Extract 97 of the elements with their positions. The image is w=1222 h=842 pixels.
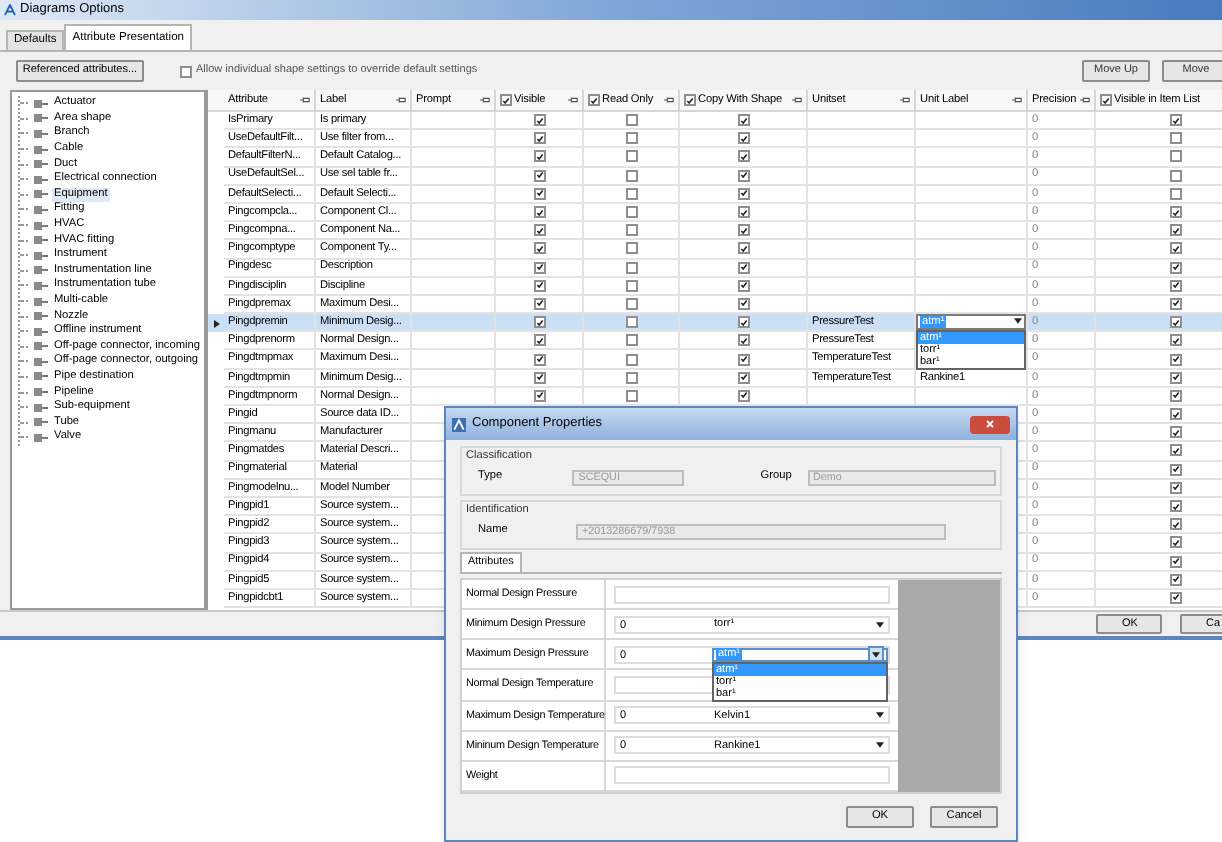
pin-icon[interactable] (300, 96, 310, 104)
pin-icon[interactable] (1012, 96, 1022, 104)
checkbox[interactable] (1169, 242, 1181, 255)
pin-icon[interactable] (1080, 96, 1090, 104)
checkbox[interactable] (625, 279, 637, 292)
pin-icon[interactable] (480, 96, 490, 104)
checkbox[interactable] (625, 261, 637, 274)
checkbox[interactable] (625, 150, 637, 163)
pin-icon[interactable] (664, 96, 674, 104)
checkbox[interactable] (1169, 187, 1181, 200)
checkbox[interactable] (533, 114, 545, 127)
app-icon (452, 417, 466, 431)
pin-icon[interactable] (396, 96, 406, 104)
checkbox[interactable] (737, 279, 749, 292)
caret-icon[interactable] (1012, 314, 1024, 327)
checkbox[interactable] (533, 169, 545, 182)
checkbox[interactable] (1169, 169, 1181, 182)
pin-icon[interactable] (900, 96, 910, 104)
checkbox[interactable] (1169, 297, 1181, 310)
checkbox[interactable] (1169, 573, 1181, 586)
checkbox[interactable] (533, 334, 545, 347)
checkbox[interactable] (737, 353, 749, 366)
checkbox[interactable] (1169, 261, 1181, 274)
checkbox[interactable] (1169, 150, 1181, 163)
checkbox[interactable] (500, 94, 512, 106)
checkbox[interactable] (533, 242, 545, 255)
checkbox[interactable] (1169, 500, 1181, 513)
checkbox[interactable] (737, 224, 749, 237)
checkbox[interactable] (533, 132, 545, 145)
checkbox[interactable] (737, 150, 749, 163)
checkbox[interactable] (533, 389, 545, 402)
checkbox[interactable] (1169, 114, 1181, 127)
checkbox[interactable] (1169, 555, 1181, 568)
checkbox[interactable] (737, 206, 749, 219)
checkbox[interactable] (1169, 426, 1181, 439)
checkbox[interactable] (533, 316, 545, 329)
checkbox[interactable] (625, 169, 637, 182)
pin-icon[interactable] (568, 96, 578, 104)
checkbox[interactable] (1169, 591, 1181, 604)
checkbox[interactable] (737, 169, 749, 182)
close-icon (986, 420, 994, 428)
checkbox[interactable] (737, 187, 749, 200)
app-icon (4, 4, 16, 16)
checkbox[interactable] (1169, 371, 1181, 384)
checkbox[interactable] (1169, 206, 1181, 219)
checkbox[interactable] (1169, 536, 1181, 549)
checkbox[interactable] (1169, 224, 1181, 237)
checkbox[interactable] (533, 187, 545, 200)
checkbox[interactable] (533, 297, 545, 310)
checkbox[interactable] (737, 389, 749, 402)
checkbox[interactable] (533, 224, 545, 237)
checkbox[interactable] (625, 334, 637, 347)
checkbox[interactable] (588, 94, 600, 106)
checkbox[interactable] (533, 279, 545, 292)
checkbox[interactable] (625, 353, 637, 366)
checkbox[interactable] (737, 132, 749, 145)
checkbox[interactable] (737, 316, 749, 329)
checkbox[interactable] (625, 206, 637, 219)
row-pointer-icon (213, 319, 219, 328)
checkbox[interactable] (625, 132, 637, 145)
checkbox[interactable] (1100, 94, 1112, 106)
checkbox[interactable] (1169, 334, 1181, 347)
checkbox[interactable] (625, 297, 637, 310)
checkbox[interactable] (625, 316, 637, 329)
checkbox[interactable] (625, 242, 637, 255)
checkbox[interactable] (625, 114, 637, 127)
checkbox[interactable] (737, 334, 749, 347)
close-button[interactable] (970, 415, 1010, 433)
checkbox[interactable] (1169, 444, 1181, 457)
checkbox[interactable] (1169, 408, 1181, 421)
checkbox[interactable] (180, 65, 192, 77)
checkbox[interactable] (1169, 132, 1181, 145)
checkbox[interactable] (625, 389, 637, 402)
checkbox[interactable] (684, 94, 696, 106)
checkbox[interactable] (737, 297, 749, 310)
checkbox[interactable] (1169, 316, 1181, 329)
checkbox[interactable] (737, 242, 749, 255)
checkbox[interactable] (1169, 463, 1181, 476)
checkbox[interactable] (533, 353, 545, 366)
value-field[interactable] (614, 585, 890, 604)
checkbox[interactable] (737, 371, 749, 384)
checkbox[interactable] (533, 371, 545, 384)
checkbox[interactable] (533, 206, 545, 219)
checkbox[interactable] (533, 150, 545, 163)
checkbox[interactable] (1169, 389, 1181, 402)
checkbox[interactable] (737, 114, 749, 127)
checkbox[interactable] (625, 371, 637, 384)
checkbox[interactable] (1169, 518, 1181, 531)
pin-icon[interactable] (792, 96, 802, 104)
checkbox[interactable] (625, 187, 637, 200)
checkbox[interactable] (625, 224, 637, 237)
checkbox[interactable] (1169, 353, 1181, 366)
checkbox[interactable] (533, 261, 545, 274)
checkbox[interactable] (1169, 481, 1181, 494)
value-field[interactable] (614, 766, 890, 785)
checkbox[interactable] (1169, 279, 1181, 292)
checkbox[interactable] (737, 261, 749, 274)
